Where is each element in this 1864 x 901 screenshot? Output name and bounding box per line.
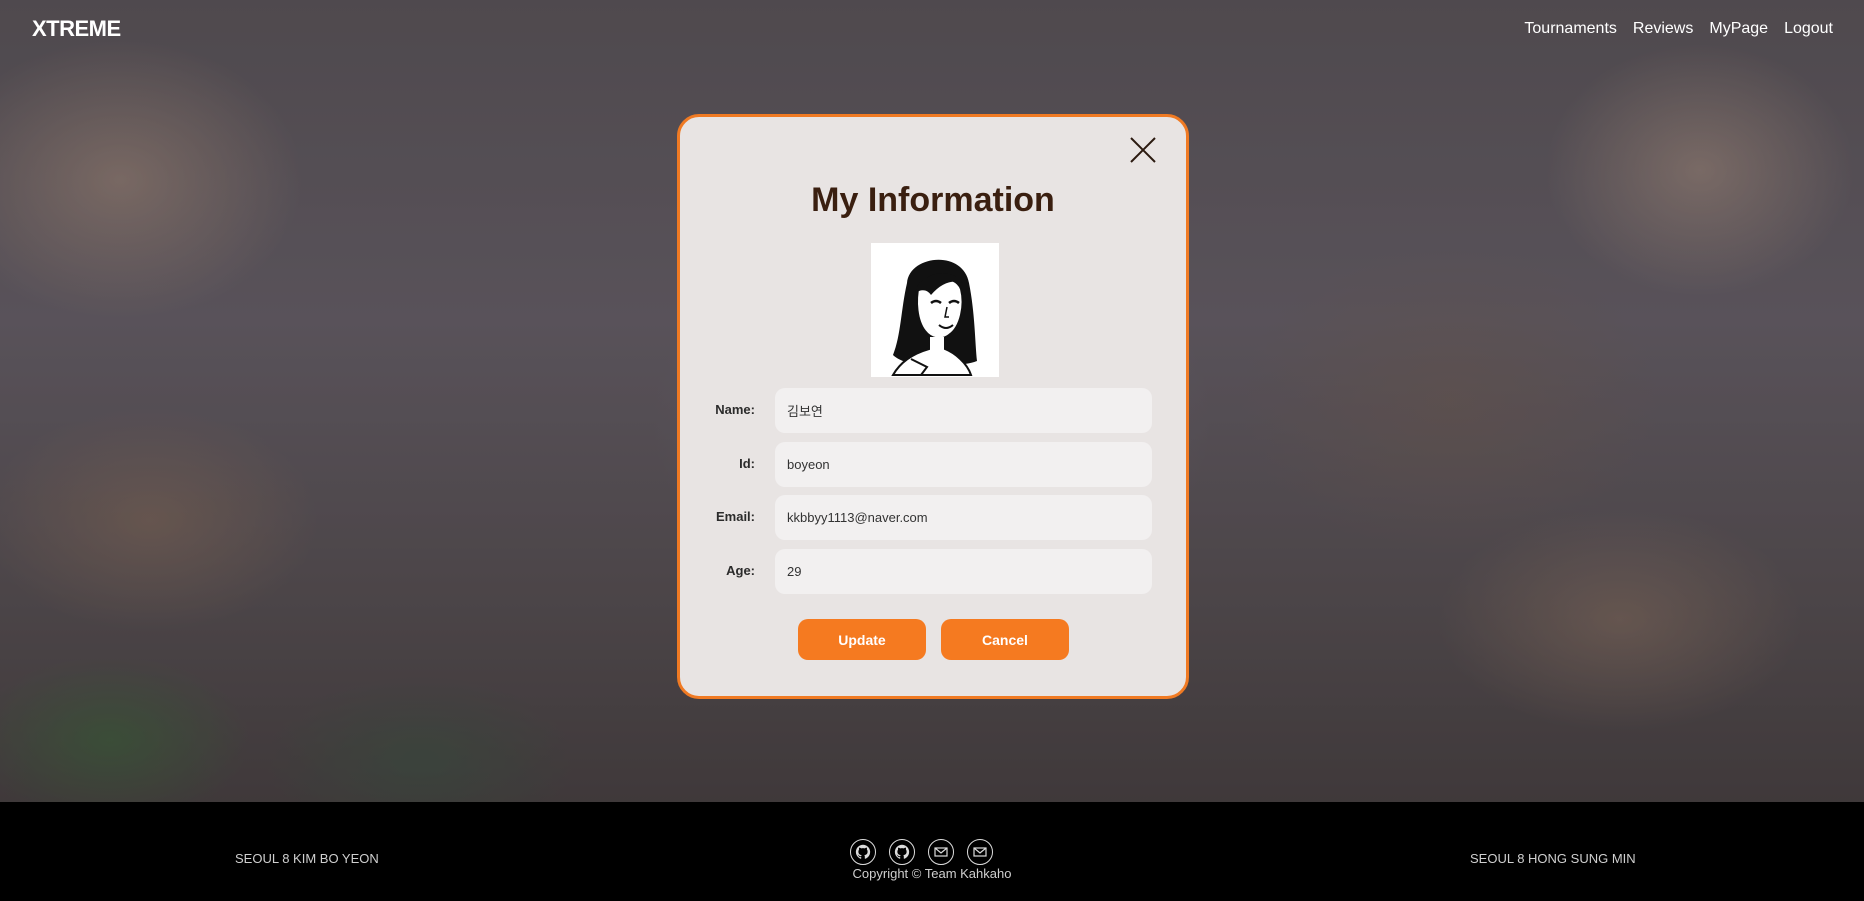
mail-icon[interactable] <box>967 839 993 865</box>
nav-tournaments[interactable]: Tournaments <box>1524 20 1617 38</box>
age-label: Age: <box>726 563 755 578</box>
mail-icon-glyph <box>934 847 948 857</box>
cancel-button[interactable]: Cancel <box>941 619 1069 660</box>
id-label: Id: <box>739 456 755 471</box>
header: XTREME Tournaments Reviews MyPage Logout <box>0 0 1864 60</box>
my-information-modal: My Information Name: Id: Email: <box>677 114 1189 699</box>
email-input[interactable] <box>775 495 1152 540</box>
copyright: Copyright © Team Kahkaho <box>852 866 1012 881</box>
name-row: Name: <box>680 388 1186 433</box>
avatar <box>871 243 999 377</box>
github-icon[interactable] <box>889 839 915 865</box>
footer: SEOUL 8 KIM BO YEON Copyright © Team Kah… <box>0 802 1864 901</box>
footer-credit-left: SEOUL 8 KIM BO YEON <box>235 851 379 866</box>
name-input[interactable] <box>775 388 1152 433</box>
nav-reviews[interactable]: Reviews <box>1633 20 1693 38</box>
github-icon[interactable] <box>850 839 876 865</box>
age-input[interactable] <box>775 549 1152 594</box>
id-row: Id: <box>680 442 1186 487</box>
footer-credit-right: SEOUL 8 HONG SUNG MIN <box>1470 851 1636 866</box>
id-input[interactable] <box>775 442 1152 487</box>
mail-icon-glyph <box>973 847 987 857</box>
email-row: Email: <box>680 495 1186 540</box>
age-row: Age: <box>680 549 1186 594</box>
github-icon-glyph <box>894 844 910 859</box>
avatar-illustration <box>891 259 977 376</box>
name-label: Name: <box>715 402 755 417</box>
main-nav: Tournaments Reviews MyPage Logout <box>1524 20 1833 38</box>
email-label: Email: <box>715 509 755 524</box>
nav-mypage[interactable]: MyPage <box>1709 20 1768 38</box>
update-button[interactable]: Update <box>798 619 926 660</box>
logo[interactable]: XTREME <box>32 16 121 42</box>
close-button[interactable] <box>1128 135 1158 165</box>
footer-icons <box>850 839 993 865</box>
mail-icon[interactable] <box>928 839 954 865</box>
nav-logout[interactable]: Logout <box>1784 20 1833 38</box>
modal-title: My Information <box>811 181 1055 219</box>
close-icon <box>1130 137 1156 163</box>
github-icon-glyph <box>855 844 871 859</box>
